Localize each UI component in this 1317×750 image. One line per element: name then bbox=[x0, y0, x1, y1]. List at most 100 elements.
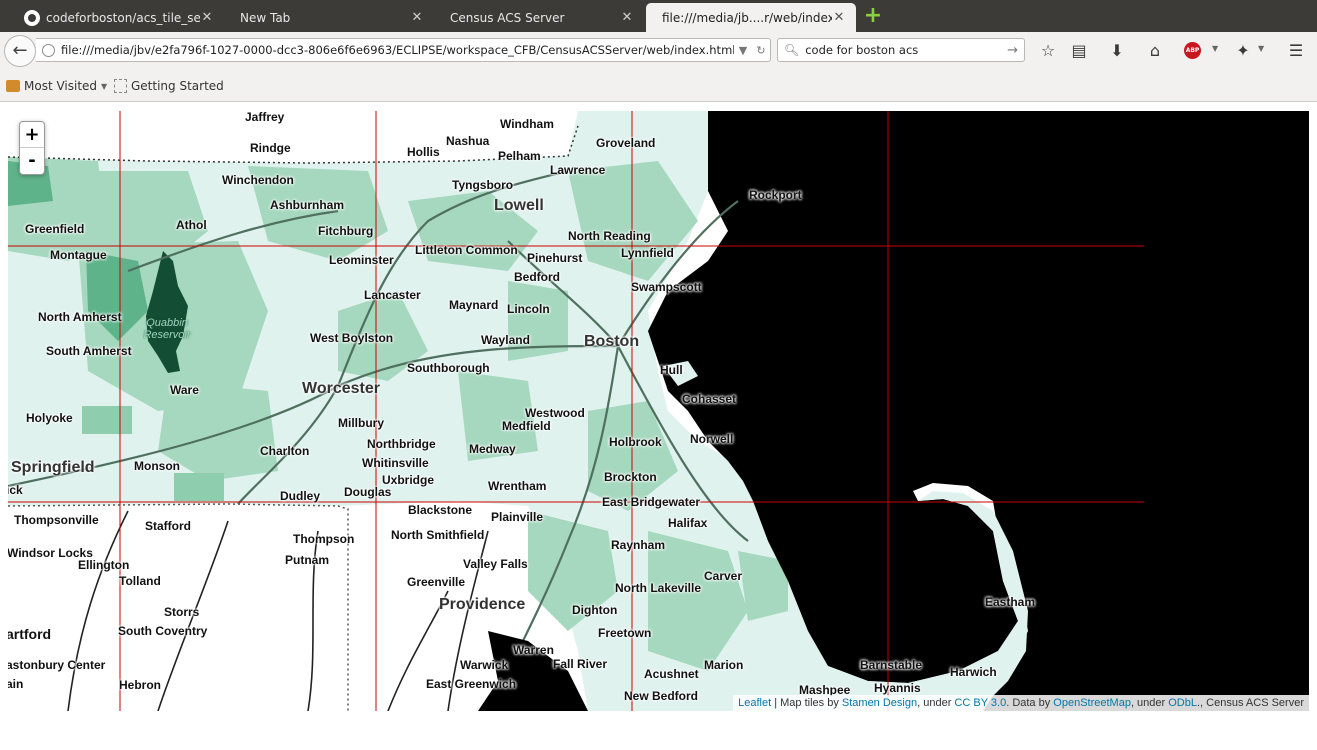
place-label: Westwood bbox=[525, 406, 585, 420]
place-label: Dudley bbox=[280, 489, 321, 503]
place-label: Freetown bbox=[598, 626, 652, 640]
choropleth-region bbox=[82, 406, 132, 434]
place-label: Wayland bbox=[481, 333, 530, 347]
bookmarks-toolbar: Most Visited ▼ Getting Started bbox=[0, 72, 1317, 102]
place-label: Springfield bbox=[11, 459, 95, 476]
place-label: Wrentham bbox=[488, 479, 547, 493]
reading-list-icon[interactable]: ▤ bbox=[1067, 40, 1091, 62]
bookmark-getting-started[interactable]: Getting Started bbox=[114, 79, 224, 93]
place-label: Fall River bbox=[553, 657, 608, 671]
place-label: Swampscott bbox=[631, 280, 702, 294]
url-bar[interactable]: file:///media/jbv/e2fa796f-1027-0000-dcc… bbox=[36, 38, 771, 62]
bookmark-star-icon[interactable]: ☆ bbox=[1036, 40, 1060, 62]
url-input[interactable]: file:///media/jbv/e2fa796f-1027-0000-dcc… bbox=[61, 43, 734, 57]
extension-icon[interactable]: ✦ bbox=[1231, 40, 1255, 62]
close-icon[interactable]: ✕ bbox=[832, 10, 846, 25]
place-label: Monson bbox=[134, 459, 180, 473]
search-go-icon[interactable]: → bbox=[1007, 43, 1018, 58]
place-label: Lawrence bbox=[550, 163, 606, 177]
tab-census-acs-server[interactable]: Census ACS Server ✕ bbox=[434, 3, 644, 32]
place-label: Athol bbox=[176, 218, 207, 232]
place-label: West Boylston bbox=[310, 331, 394, 345]
download-icon[interactable]: ⬇ bbox=[1105, 40, 1129, 62]
place-label: Rindge bbox=[250, 141, 291, 155]
adblock-icon[interactable]: ABP bbox=[1184, 42, 1201, 59]
place-label: Storrs bbox=[164, 605, 200, 619]
place-label: Ashburnham bbox=[270, 198, 345, 212]
place-label: Douglas bbox=[344, 485, 392, 499]
search-icon: 🔍︎ bbox=[784, 43, 800, 57]
bookmark-label: Most Visited bbox=[24, 79, 98, 93]
search-input[interactable]: code for boston acs bbox=[805, 43, 1007, 57]
place-label: Whitinsville bbox=[362, 456, 429, 470]
place-label: Ellington bbox=[78, 558, 130, 572]
place-label: Medfield bbox=[502, 419, 551, 433]
place-label: North Amherst bbox=[38, 310, 122, 324]
tab-new-tab[interactable]: New Tab ✕ bbox=[224, 3, 434, 32]
chevron-down-icon: ▼ bbox=[101, 81, 108, 91]
map-view[interactable]: Jaffrey Rindge Hollis Nashua Windham Pel… bbox=[8, 111, 1309, 711]
place-label: Providence bbox=[439, 596, 526, 613]
chevron-down-icon[interactable]: ▼ bbox=[1212, 44, 1218, 53]
url-dropdown-icon[interactable]: ▼ bbox=[734, 44, 752, 57]
place-label: Montague bbox=[50, 248, 107, 262]
reservoir-label: Quabbin Reservoir bbox=[143, 317, 191, 341]
tab-label: Census ACS Server bbox=[450, 10, 565, 25]
place-label: East Greenwich bbox=[426, 677, 517, 691]
place-label: Greenfield bbox=[25, 222, 85, 236]
search-bar[interactable]: 🔍︎ code for boston acs → bbox=[777, 38, 1025, 62]
close-icon[interactable]: ✕ bbox=[200, 10, 214, 25]
place-label: Eastham bbox=[985, 595, 1036, 609]
stamen-link[interactable]: Stamen Design bbox=[842, 697, 917, 709]
place-label: Holbrook bbox=[609, 435, 662, 449]
place-label: Windham bbox=[500, 117, 554, 131]
zoom-out-button[interactable]: - bbox=[20, 148, 44, 174]
tab-label: codeforboston/acs_tile_server bbox=[46, 10, 200, 25]
new-tab-button[interactable]: + bbox=[862, 5, 884, 27]
place-label: ick bbox=[8, 483, 23, 497]
place-label: Hebron bbox=[119, 678, 161, 692]
place-label: Valley Falls bbox=[463, 557, 528, 571]
place-label: ain bbox=[8, 677, 24, 691]
place-label: Thompsonville bbox=[14, 513, 99, 527]
place-label: Barnstable bbox=[860, 658, 923, 672]
place-label: Raynham bbox=[611, 538, 666, 552]
place-label: Dighton bbox=[572, 603, 618, 617]
home-icon[interactable]: ⌂ bbox=[1143, 40, 1167, 62]
place-label: Warwick bbox=[460, 658, 509, 672]
attribution-text: , under bbox=[1130, 697, 1169, 709]
map-attribution: Leaflet | Map tiles by Stamen Design, un… bbox=[733, 695, 1309, 711]
place-label: Acushnet bbox=[644, 667, 699, 681]
attribution-text: ., Census ACS Server bbox=[1197, 697, 1304, 709]
leaflet-link[interactable]: Leaflet bbox=[738, 697, 771, 709]
menu-icon[interactable]: ☰ bbox=[1284, 40, 1308, 62]
attribution-text: | Map tiles by bbox=[771, 697, 842, 709]
odbl-link[interactable]: ODbL bbox=[1168, 697, 1197, 709]
tab-index-html[interactable]: file:///media/jb....r/web/index.html ✕ bbox=[646, 3, 856, 32]
place-label: Putnam bbox=[285, 553, 330, 567]
zoom-in-button[interactable]: + bbox=[20, 122, 44, 148]
tab-acs-tile-server[interactable]: codeforboston/acs_tile_server ✕ bbox=[14, 3, 224, 32]
close-icon[interactable]: ✕ bbox=[410, 10, 424, 25]
bookmark-most-visited[interactable]: Most Visited ▼ bbox=[6, 79, 107, 93]
place-label: Leominster bbox=[329, 253, 394, 267]
place-label: Cohasset bbox=[682, 392, 737, 406]
place-label: Lowell bbox=[494, 197, 544, 214]
bookmark-label: Getting Started bbox=[131, 79, 224, 93]
osm-link[interactable]: OpenStreetMap bbox=[1053, 697, 1131, 709]
place-label: North Smithfield bbox=[391, 528, 485, 542]
place-label: Charlton bbox=[260, 444, 310, 458]
attribution-text: , under bbox=[917, 697, 955, 709]
close-icon[interactable]: ✕ bbox=[620, 10, 634, 25]
ccby-link[interactable]: CC BY 3.0 bbox=[954, 697, 1006, 709]
tab-strip: codeforboston/acs_tile_server ✕ New Tab … bbox=[0, 0, 1317, 32]
place-label: North Reading bbox=[568, 229, 651, 243]
chevron-down-icon[interactable]: ▼ bbox=[1258, 44, 1264, 53]
place-label: Carver bbox=[704, 569, 743, 583]
back-button[interactable]: ← bbox=[4, 35, 36, 67]
choropleth-region bbox=[174, 473, 224, 501]
place-label: Littleton Common bbox=[415, 243, 518, 257]
reload-icon[interactable]: ↻ bbox=[752, 44, 770, 57]
place-label: Jaffrey bbox=[245, 111, 285, 124]
place-label: Winchendon bbox=[222, 173, 294, 187]
